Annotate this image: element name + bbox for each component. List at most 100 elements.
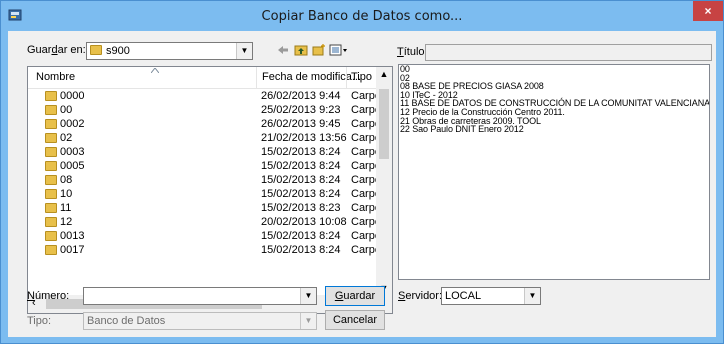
table-row[interactable]: 08 15/02/2013 8:24 Carpeta <box>28 173 378 187</box>
folder-icon <box>45 245 57 255</box>
up-folder-icon[interactable] <box>294 43 308 57</box>
folder-icon <box>45 91 57 101</box>
save-in-label-post: ar en: <box>57 44 86 56</box>
folder-icon <box>90 45 102 55</box>
vertical-scrollbar[interactable]: ▲ ▼ <box>376 67 392 295</box>
row-name: 10 <box>60 188 73 200</box>
table-row[interactable]: 0000 26/02/2013 9:44 Carpeta <box>28 89 378 103</box>
folder-icon <box>45 189 57 199</box>
table-row[interactable]: 0013 15/02/2013 8:24 Carpeta <box>28 229 378 243</box>
table-row[interactable]: 0003 15/02/2013 8:24 Carpeta <box>28 145 378 159</box>
folder-icon <box>45 175 57 185</box>
new-folder-icon[interactable] <box>312 43 326 57</box>
table-row[interactable]: 0005 15/02/2013 8:24 Carpeta <box>28 159 378 173</box>
chevron-down-icon[interactable]: ▼ <box>236 43 252 59</box>
save-in-label: Guardar en: <box>27 44 86 56</box>
title-field-label-post: ítulo: <box>403 46 428 58</box>
server-value: LOCAL <box>445 290 482 302</box>
number-combo[interactable]: ▼ <box>83 287 317 305</box>
title-field-input[interactable] <box>425 44 712 61</box>
file-list[interactable]: Nombre Fecha de modifica... Tipo 0000 26/… <box>27 66 393 314</box>
file-list-rows: 0000 26/02/2013 9:44 Carpeta 00 25/02/2013 … <box>28 89 378 257</box>
column-header-name[interactable]: Nombre <box>36 71 75 83</box>
type-value: Banco de Datos <box>87 315 166 327</box>
row-type: Carpeta <box>351 160 378 172</box>
save-in-value: s900 <box>106 45 130 57</box>
row-type: Carpeta <box>351 146 378 158</box>
row-type: Carpeta <box>351 188 378 200</box>
dialog-client: Guardar en: s900 ▼ Título: Nombre Fecha … <box>8 31 716 337</box>
folder-icon <box>45 161 57 171</box>
table-row[interactable]: 00 25/02/2013 9:23 Carpeta <box>28 103 378 117</box>
view-menu-icon[interactable] <box>329 43 349 57</box>
server-combo[interactable]: LOCAL ▼ <box>441 287 541 305</box>
title-field-label: Título: <box>397 46 428 58</box>
table-row[interactable]: 11 15/02/2013 8:23 Carpeta <box>28 201 378 215</box>
row-type: Carpeta <box>351 132 378 144</box>
row-name: 0003 <box>60 146 85 158</box>
database-list-panel[interactable]: 00 02 08 BASE DE PRECIOS GIASA 2008 10 I… <box>398 64 710 280</box>
close-button[interactable]: × <box>693 1 723 21</box>
row-date: 15/02/2013 8:24 <box>261 174 341 186</box>
row-date: 26/02/2013 9:45 <box>261 118 341 130</box>
vertical-scroll-thumb[interactable] <box>379 89 389 159</box>
row-date: 15/02/2013 8:23 <box>261 202 341 214</box>
database-list-line[interactable]: 00 <box>399 65 709 74</box>
row-name: 0005 <box>60 160 85 172</box>
row-date: 15/02/2013 8:24 <box>261 160 341 172</box>
row-name: 02 <box>60 132 73 144</box>
column-separator[interactable] <box>346 67 347 89</box>
type-combo: Banco de Datos ▼ <box>83 312 317 330</box>
back-arrow-icon[interactable] <box>276 43 290 57</box>
row-name: 0013 <box>60 230 85 242</box>
row-date: 15/02/2013 8:24 <box>261 188 341 200</box>
table-row[interactable]: 02 21/02/2013 13:56 Carpeta <box>28 131 378 145</box>
row-name: 0017 <box>60 244 85 256</box>
row-type: Carpeta <box>351 216 378 228</box>
chevron-down-icon: ▼ <box>300 313 316 329</box>
folder-icon <box>45 147 57 157</box>
row-type: Carpeta <box>351 244 378 256</box>
row-type: Carpeta <box>351 174 378 186</box>
row-name: 0002 <box>60 118 85 130</box>
number-label: Número: <box>27 290 69 302</box>
row-name: 00 <box>60 104 73 116</box>
row-date: 15/02/2013 8:24 <box>261 146 341 158</box>
title-bar[interactable]: Copiar Banco de Datos como... × <box>1 1 723 31</box>
table-row[interactable]: 12 20/02/2013 10:08 Carpeta <box>28 215 378 229</box>
row-type: Carpeta <box>351 104 378 116</box>
server-label-post: ervidor: <box>405 290 443 302</box>
row-name: 0000 <box>60 90 85 102</box>
folder-icon <box>45 119 57 129</box>
scroll-up-icon[interactable]: ▲ <box>376 69 392 79</box>
folder-icon <box>45 203 57 213</box>
column-header-type[interactable]: Tipo <box>351 71 372 83</box>
table-row[interactable]: 0017 15/02/2013 8:24 Carpeta <box>28 243 378 257</box>
file-list-header: Nombre Fecha de modifica... Tipo <box>28 67 378 89</box>
chevron-down-icon[interactable]: ▼ <box>524 288 540 304</box>
cancel-button[interactable]: Cancelar <box>325 310 385 330</box>
table-row[interactable]: 0002 26/02/2013 9:45 Carpeta <box>28 117 378 131</box>
chevron-down-icon[interactable]: ▼ <box>300 288 316 304</box>
row-date: 15/02/2013 8:24 <box>261 244 341 256</box>
save-in-combo[interactable]: s900 ▼ <box>86 42 253 60</box>
server-label: Servidor: <box>398 290 442 302</box>
row-type: Carpeta <box>351 202 378 214</box>
row-date: 20/02/2013 10:08 <box>261 216 347 228</box>
title-field-label-key: T <box>397 46 404 58</box>
table-row[interactable]: 10 15/02/2013 8:24 Carpeta <box>28 187 378 201</box>
row-type: Carpeta <box>351 118 378 130</box>
row-type: Carpeta <box>351 90 378 102</box>
folder-icon <box>45 231 57 241</box>
save-button[interactable]: Guardar <box>325 286 385 306</box>
row-date: 25/02/2013 9:23 <box>261 104 341 116</box>
row-date: 21/02/2013 13:56 <box>261 132 347 144</box>
row-type: Carpeta <box>351 230 378 242</box>
save-in-label-pre: Guar <box>27 44 52 56</box>
row-date: 26/02/2013 9:44 <box>261 90 341 102</box>
sort-ascending-icon <box>151 68 159 73</box>
row-name: 12 <box>60 216 73 228</box>
column-separator[interactable] <box>256 67 257 89</box>
number-label-key: N <box>27 290 35 302</box>
database-list-line[interactable]: 22 Sao Paulo DNIT Enero 2012 <box>399 125 709 134</box>
